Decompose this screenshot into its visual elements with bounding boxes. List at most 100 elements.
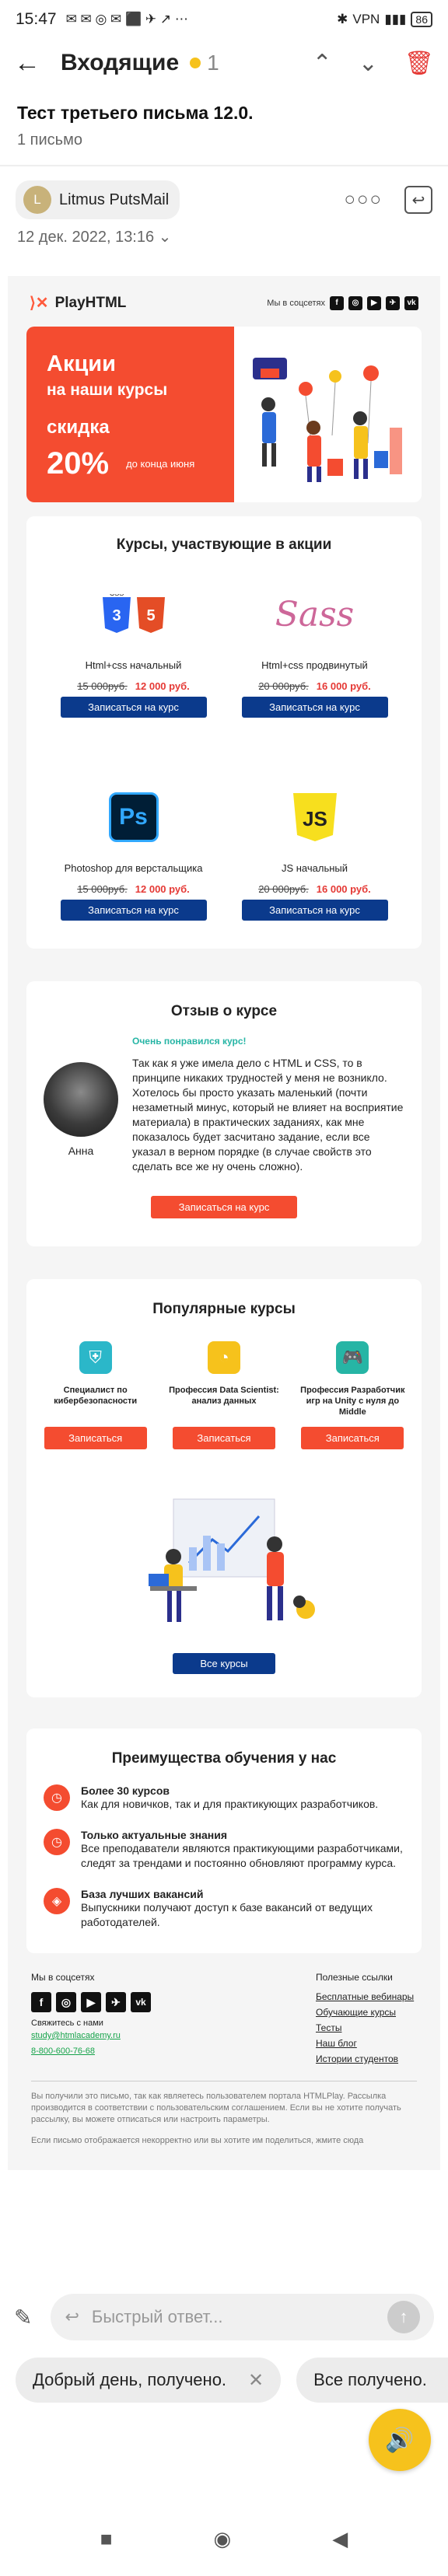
new-price: 12 000 руб. [135,883,190,895]
review-liked: Очень понравился курс! [132,1036,247,1047]
all-courses-button[interactable]: Все курсы [173,1653,275,1674]
advantage-text: Как для новичков, так и для практикующих… [81,1798,379,1810]
advantage-head: Только актуальные знания [81,1829,228,1841]
database-icon: ◈ [44,1888,70,1914]
new-price: 16 000 руб. [316,883,371,895]
reply-icon[interactable]: ↩ [404,186,432,214]
send-icon[interactable]: ↑ [387,2301,420,2333]
course-name: Html+css начальный [85,659,182,671]
sender-chip[interactable]: L Litmus PutsMail [16,180,180,219]
footer-phone-link[interactable]: 8-800-600-76-68 [31,2043,151,2059]
quick-reply-input[interactable]: ↩ Быстрый ответ... ↑ [51,2294,434,2340]
advantages-card: Преимущества обучения у нас ◷ Более 30 к… [26,1728,422,1953]
quick-reply-chip[interactable]: Добрый день, получено. ✕ [16,2358,282,2403]
instagram-icon[interactable]: ◎ [348,295,362,310]
message-count: 1 письмо [17,131,82,149]
old-price: 15 000руб. [77,883,128,895]
home-icon[interactable]: ◉ [214,2527,232,2551]
photoshop-icon: Ps [56,789,211,845]
banner-subtitle: на наши курсы [47,381,168,399]
quick-reply-chip[interactable]: Все получено.✕ [296,2358,448,2403]
back-icon[interactable]: ◀ [332,2527,348,2551]
banner-discount-label: скидка [47,417,110,438]
new-price: 16 000 руб. [316,680,371,692]
composer: ✎ ↩ Быстрый ответ... ↑ [0,2294,448,2340]
status-bar: 15:47 ✉ ✉ ◎ ✉ ⬛ ✈ ↗ ⋯ ✱ VPN ▮▮▮ 86 [0,0,448,39]
header-social: Мы в соцсетях f ◎ ▶ ✈ vk [267,295,418,310]
avatar [44,1062,118,1137]
footer-legal: Вы получили это письмо, так как являетес… [31,2092,401,2124]
bluetooth-icon: ✱ [337,12,348,26]
facebook-icon[interactable]: f [31,1992,51,2012]
recents-icon[interactable]: ■ [100,2527,113,2551]
footer-link[interactable]: Наш блог [316,2036,417,2051]
footer-email-link[interactable]: study@htmlacademy.ru [31,2028,151,2043]
telegram-icon[interactable]: ✈ [386,295,400,310]
review-title: Отзыв о курсе [170,1003,278,1019]
new-price: 12 000 руб. [135,680,190,692]
unread-dot-icon [190,58,201,68]
popular-course: ◔ Профессия Data Scientist: анализ данны… [167,1341,280,1449]
more-options-icon[interactable]: ○○○ [345,189,383,211]
team-illustration [39,1493,409,1641]
avatar: L [23,186,51,214]
instagram-icon[interactable]: ◎ [56,1992,76,2012]
mail-subject: Тест третьего письма 12.0. [17,103,254,123]
old-price: 15 000руб. [77,680,128,692]
banner-until: до конца июня [126,457,195,470]
shield-icon: ⛨ [79,1341,112,1374]
reviewer-name: Анна [68,1145,94,1157]
clock: 15:47 [16,10,57,28]
enroll-button[interactable]: Записаться на курс [241,697,388,718]
chevron-down-icon[interactable]: ⌄ [359,50,378,77]
sender-name: Litmus PutsMail [59,190,170,208]
chevron-up-icon[interactable]: ⌃ [313,50,332,77]
advantage-item: ◈ База лучших вакансий Выпускники получаю… [44,1888,404,1930]
enroll-button[interactable]: Записаться на курс [60,697,207,718]
enroll-button[interactable]: Записаться на курс [241,900,388,921]
youtube-icon[interactable]: ▶ [81,1992,101,2012]
speaker-icon[interactable]: 🔊 [369,2409,431,2471]
footer-link[interactable]: Бесплатные вебинары [316,1989,417,2005]
notification-icons: ✉ ✉ ◎ ✉ ⬛ ✈ ↗ ⋯ [65,12,188,26]
course-item: Sass Html+css продвинутый 20 000руб. 16 0… [237,586,392,718]
gamepad-icon: 🎮 [336,1341,369,1374]
footer-link[interactable]: Тесты [316,2020,417,2036]
course-price: 15 000руб. 12 000 руб. [56,883,211,895]
popular-enroll-button[interactable]: Записаться [44,1427,147,1449]
popular-course: 🎮 Профессия Разработчик игр на Unity с н… [296,1341,409,1449]
course-name: Photoshop для верстальщика [64,862,203,874]
courses-title: Курсы, участвующие в акции [116,537,332,553]
telegram-icon[interactable]: ✈ [106,1992,126,2012]
course-name: Html+css продвинутый [261,659,368,671]
popular-course-label: Профессия Разработчик игр на Unity с нул… [300,1386,405,1417]
back-arrow-icon[interactable]: ← [14,48,61,79]
trash-icon[interactable]: 🗑 [404,50,434,77]
vk-icon[interactable]: vk [131,1992,151,2012]
sass-icon: Sass [275,594,355,634]
logo-mark-icon: ⟩✕ [30,295,49,312]
mail-body: ⟩✕ PlayHTML Мы в соцсетях f ◎ ▶ ✈ vk Акци… [8,276,440,2170]
footer-link[interactable]: Истории студентов [316,2051,417,2067]
enroll-button[interactable]: Записаться на курс [60,900,207,921]
vk-icon[interactable]: vk [404,295,418,310]
course-name: JS начальный [281,862,348,874]
footer-share: Если письмо отображается некорректно или… [31,2136,364,2145]
footer-link[interactable]: Обучающие курсы [316,2005,417,2020]
course-item: 3 CSS 5 Html+css начальный 15 000руб. 12 0… [56,586,211,718]
close-icon[interactable]: ✕ [248,2369,264,2392]
compose-icon[interactable]: ✎ [14,2305,32,2330]
course-price: 20 000руб. 16 000 руб. [237,883,392,895]
facebook-icon[interactable]: f [330,295,344,310]
footer-social-label: Мы в соцсетях [31,1972,95,1983]
popular-enroll-button[interactable]: Записаться [301,1427,404,1449]
battery-icon: 86 [411,12,432,27]
review-enroll-button[interactable]: Записаться на курс [151,1196,297,1218]
youtube-icon[interactable]: ▶ [367,295,381,310]
svg-text:3: 3 [112,607,121,624]
popular-course-label: Специалист по кибербезопасности [54,1386,138,1406]
review-text: Так как я уже имела дело с HTML и CSS, т… [132,1057,404,1173]
popular-enroll-button[interactable]: Записаться [172,1427,275,1449]
quick-replies: Добрый день, получено. ✕ Все получено.✕ [0,2358,448,2403]
promo-banner[interactable]: Акции на наши курсы скидка 20% до конца и… [26,327,422,502]
